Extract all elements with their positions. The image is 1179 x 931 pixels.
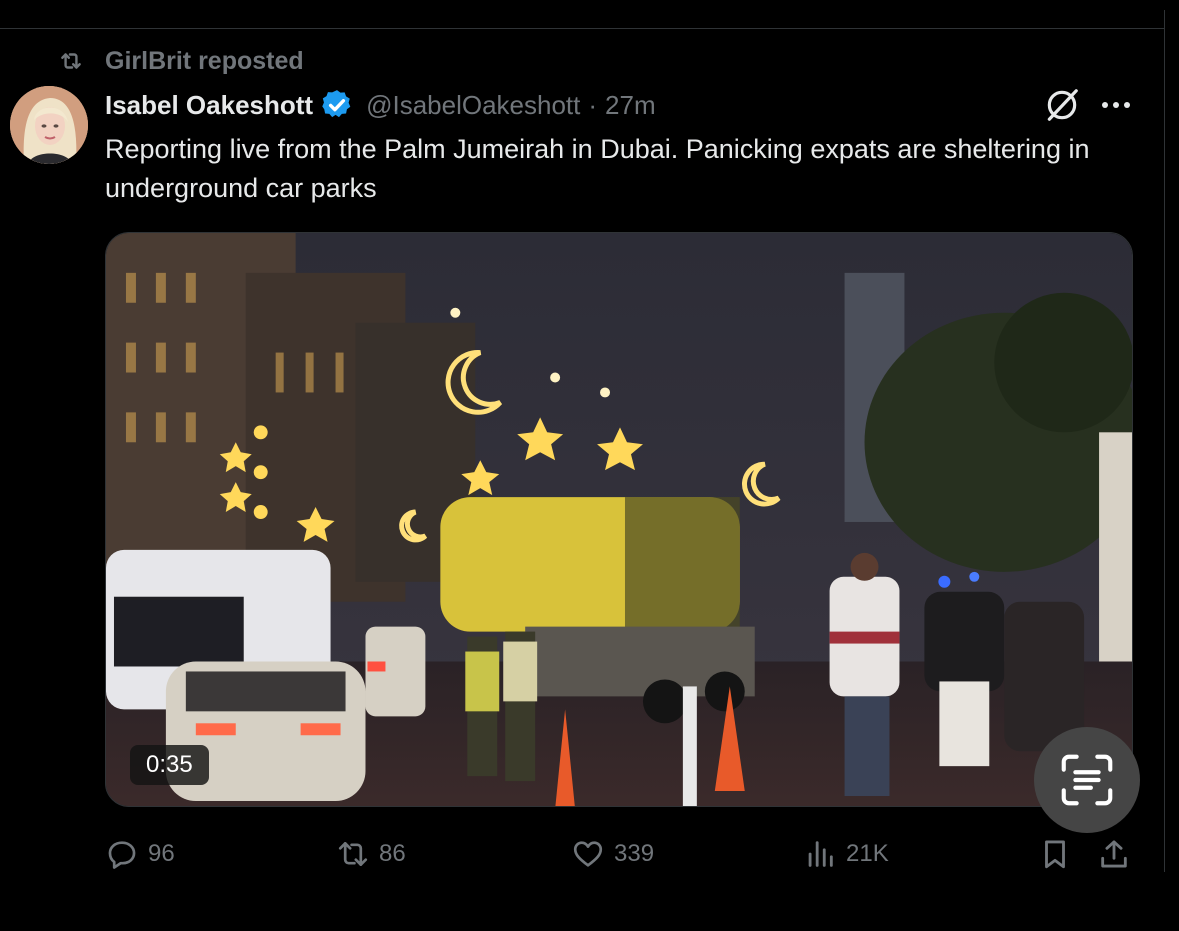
share-icon	[1101, 840, 1127, 868]
separator-dot: ·	[588, 89, 598, 120]
reply-count: 96	[148, 840, 175, 867]
more-icon[interactable]	[1097, 92, 1135, 118]
repost-label: GirlBrit reposted	[105, 46, 304, 75]
reply-button[interactable]: 96	[105, 830, 175, 878]
author-name[interactable]: Isabel Oakeshott	[105, 90, 313, 121]
verified-badge-icon	[322, 90, 351, 118]
tweet-text: Reporting live from the Palm Jumeirah in…	[105, 134, 1090, 203]
column-divider	[1164, 10, 1165, 872]
views-count: 21K	[846, 840, 889, 867]
repost-icon	[338, 842, 368, 866]
avatar[interactable]	[10, 86, 88, 164]
lens-scan-icon	[1061, 754, 1113, 806]
views-button[interactable]: 21K	[803, 830, 889, 878]
video-player[interactable]: 0:35	[105, 232, 1133, 807]
views-icon	[808, 841, 833, 867]
like-button[interactable]: 339	[571, 830, 654, 878]
timestamp[interactable]: 27m	[605, 90, 656, 121]
bookmark-icon	[1045, 840, 1065, 869]
like-icon	[573, 841, 603, 867]
repost-count: 86	[379, 840, 406, 867]
repost-button[interactable]: 86	[336, 830, 406, 878]
video-duration: 0:35	[130, 745, 209, 785]
top-divider	[0, 28, 1165, 29]
share-button[interactable]	[1097, 830, 1131, 878]
repost-context[interactable]: GirlBrit reposted	[58, 46, 304, 76]
author-handle[interactable]: @IsabelOakeshott	[366, 90, 580, 121]
author-line: Isabel Oakeshott @IsabelOakeshott · 27m	[105, 86, 656, 124]
reply-icon	[108, 841, 136, 869]
action-bar: 96 86 339 21K	[0, 830, 1179, 878]
like-count: 339	[614, 840, 655, 867]
video-thumbnail	[106, 233, 1132, 806]
grok-icon[interactable]	[1043, 86, 1081, 124]
bookmark-button[interactable]	[1038, 830, 1072, 878]
lens-scan-button[interactable]	[1034, 727, 1140, 833]
repost-icon	[61, 53, 81, 69]
